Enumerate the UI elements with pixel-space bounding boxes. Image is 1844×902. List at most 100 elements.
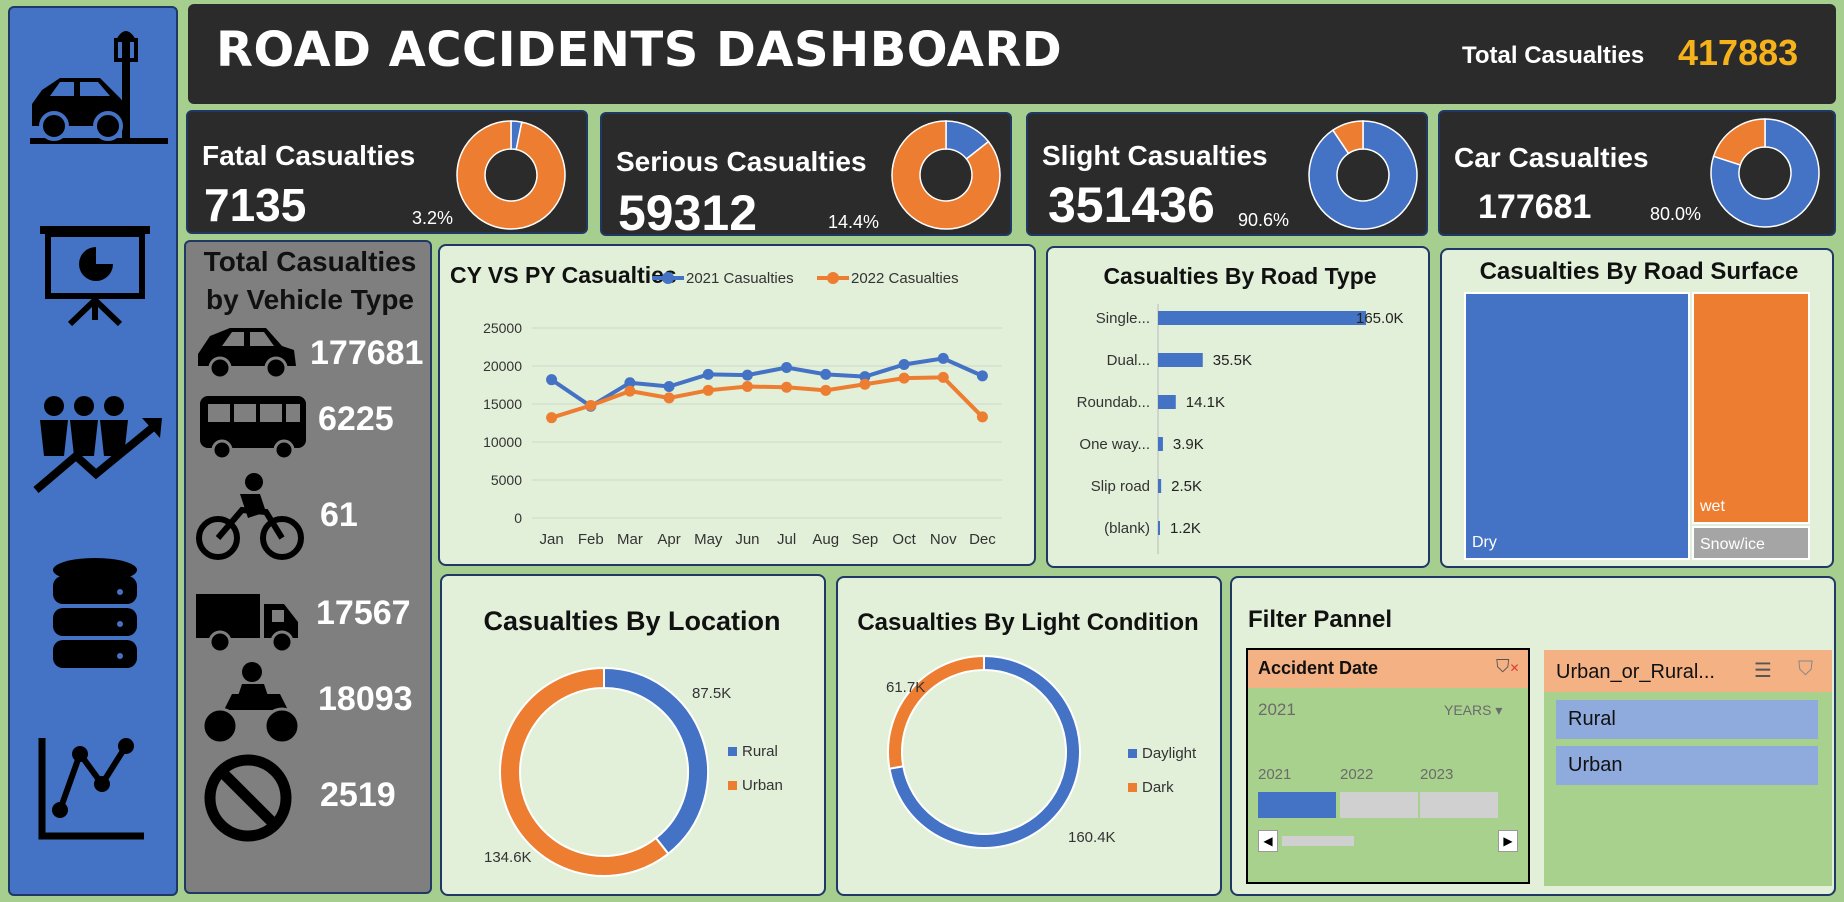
clear-filter-icon[interactable]: ⛉✕ (1496, 656, 1520, 677)
y-tick-label: 20000 (483, 358, 522, 374)
data-point (898, 358, 910, 370)
people-growth-icon[interactable] (33, 396, 162, 494)
header: ROAD ACCIDENTS DASHBOARD Total Casualtie… (188, 4, 1836, 104)
series-line (550, 375, 984, 420)
bar-category-label: Slip road (1091, 478, 1150, 495)
bar (1158, 437, 1163, 451)
vehicle-value-truck: 17567 (316, 594, 411, 632)
bar-value-label: 2.5K (1171, 478, 1202, 495)
treemap-tile-dry[interactable]: Dry (1464, 292, 1690, 560)
database-icon[interactable] (53, 558, 137, 668)
legend-label: 2021 Casualties (686, 270, 794, 287)
time-level-dropdown[interactable]: YEARS ▾ (1444, 702, 1502, 719)
kpi-label: Slight Casualties (1042, 140, 1268, 171)
data-point (898, 372, 910, 384)
y-tick-label: 25000 (483, 320, 522, 336)
x-tick-label: Mar (617, 531, 643, 548)
road-surface-chart: Casualties By Road Surface Dry wet Snow/… (1440, 248, 1834, 568)
vehicle-value-car: 177681 (310, 334, 424, 372)
kpi-label: Serious Casualties (616, 146, 867, 177)
data-point (546, 374, 558, 386)
treemap-tile-snow-ice[interactable]: Snow/ice (1692, 526, 1810, 560)
bus-icon (200, 396, 306, 461)
clear-filter-icon[interactable]: ⛉ (1798, 658, 1813, 681)
bar (1158, 311, 1366, 325)
legend-label: Rural (742, 743, 778, 760)
data-point (624, 385, 636, 397)
bar (1158, 479, 1162, 493)
kpi-label: Car Casualties (1454, 142, 1649, 173)
chart-title: Casualties By Road Surface (1479, 258, 1799, 285)
kpi-label: Fatal Casualties (202, 140, 416, 171)
bar (1158, 353, 1203, 367)
kpi-card-car: Car Casualties 177681 80.0% (1438, 110, 1836, 236)
chart-title: Casualties By Location (483, 606, 780, 636)
slicer-option-urban[interactable]: Urban (1556, 746, 1818, 785)
slicer-header: Urban_or_Rural... ☰ ⛉ (1544, 650, 1832, 692)
bar (1158, 395, 1176, 409)
donut-slice-rest (1712, 118, 1766, 166)
timeline-scrollbar[interactable] (1282, 836, 1354, 846)
car-crash-icon[interactable] (30, 31, 168, 144)
light-condition-chart: Casualties By Light Condition Daylight Da… (836, 576, 1222, 896)
year-label-2023: 2023 (1420, 766, 1454, 783)
slicer-title: Accident Date (1258, 658, 1379, 678)
kpi-percent: 80.0% (1650, 204, 1702, 224)
accident-date-slicer: Accident Date ⛉✕ 2021 YEARS ▾ 2021 2022 … (1246, 648, 1530, 884)
kpi-value: 59312 (618, 185, 758, 241)
line-chart-icon[interactable] (38, 738, 144, 840)
truck-icon (196, 594, 298, 654)
legend-marker (827, 272, 839, 284)
bar-value-label: 165.0K (1356, 310, 1404, 327)
donut-slice (499, 666, 670, 877)
multi-select-icon[interactable]: ☰ (1754, 658, 1772, 683)
data-point (702, 368, 714, 380)
year-label-2021: 2021 (1258, 766, 1292, 783)
total-casualties-label: Total Casualties (1462, 42, 1645, 69)
kpi-percent: 14.4% (828, 212, 880, 232)
timeline-bar-2022[interactable] (1340, 792, 1418, 818)
slice-value-label: 134.6K (484, 849, 532, 866)
kpi-card-fatal: Fatal Casualties 7135 3.2% (186, 110, 588, 234)
slice-value-label: 61.7K (886, 679, 925, 696)
scroll-right-button[interactable]: ▶ (1498, 830, 1518, 852)
kpi-card-serious: Serious Casualties 59312 14.4% (600, 112, 1012, 241)
data-point (663, 392, 675, 404)
presentation-icon[interactable] (40, 226, 150, 327)
data-point (820, 384, 832, 396)
x-tick-label: Nov (930, 531, 957, 548)
bar-category-label: Dual... (1107, 352, 1150, 369)
kpi-value: 351436 (1048, 177, 1215, 233)
kpi-value: 7135 (204, 179, 307, 231)
scroll-left-button[interactable]: ◀ (1258, 830, 1278, 852)
cy-vs-py-chart: CY VS PY Casualties 2021 Casualties 2022 … (438, 244, 1036, 566)
bar (1158, 521, 1160, 535)
y-tick-label: 15000 (483, 396, 522, 412)
data-point (859, 378, 871, 390)
bar-chart-svg: Casualties By Road Type Single... 165.0K D… (1077, 263, 1404, 554)
timeline-bar-2021[interactable] (1258, 792, 1336, 818)
y-tick-label: 0 (514, 510, 522, 526)
legend-label: Daylight (1142, 745, 1197, 762)
donut-slice (887, 654, 985, 770)
x-tick-label: Dec (969, 531, 996, 548)
prohibited-icon (204, 754, 292, 842)
car-icon (198, 328, 296, 380)
timeline-bar-2023[interactable] (1420, 792, 1498, 818)
road-type-chart: Casualties By Road Type Single... 165.0K D… (1046, 246, 1430, 568)
treemap-tile-wet[interactable]: wet (1692, 292, 1810, 524)
x-tick-label: Aug (812, 531, 839, 548)
vehicle-value-bus: 6225 (318, 400, 394, 438)
kpi-value: 177681 (1478, 188, 1592, 226)
urban-rural-slicer: Urban_or_Rural... ☰ ⛉ Rural Urban (1544, 650, 1832, 886)
data-point (741, 369, 753, 381)
total-casualties-value: 417883 (1678, 32, 1799, 73)
x-tick-label: Jun (735, 531, 759, 548)
slicer-header: Accident Date ⛉✕ (1248, 650, 1528, 688)
chart-title: Casualties By Light Condition (857, 609, 1198, 636)
bar-value-label: 35.5K (1213, 352, 1252, 369)
data-point (976, 411, 988, 423)
data-point (976, 370, 988, 382)
legend-label: 2022 Casualties (851, 270, 959, 287)
slicer-option-rural[interactable]: Rural (1556, 700, 1818, 739)
